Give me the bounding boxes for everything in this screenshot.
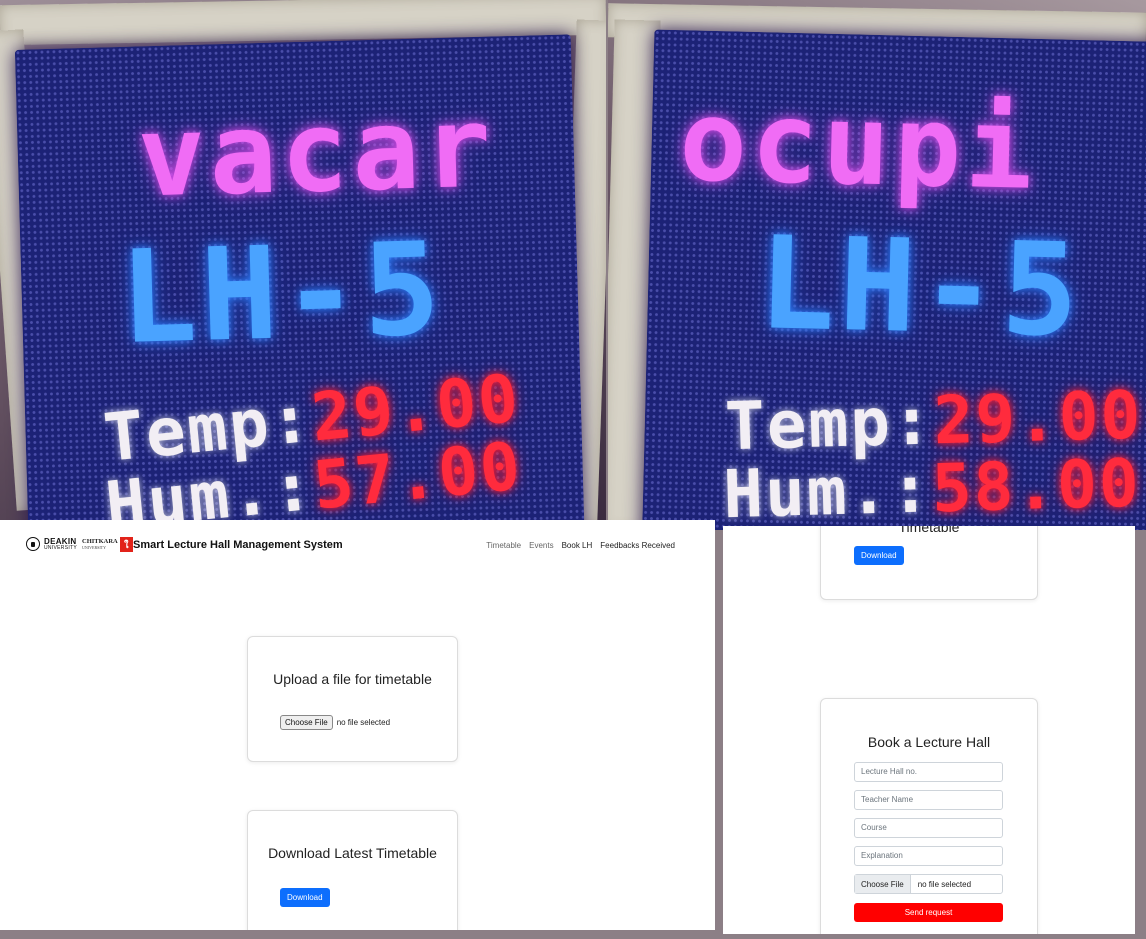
timetable-page-screenshot: DEAKIN UNIVERSITY CHITKARA UNIVERSITY ใ … [0,520,715,930]
file-input[interactable]: Choose File no file selected [854,874,1003,894]
led-hall-text: LH-5 [756,209,1085,366]
download-card-title: Download Latest Timetable [268,845,437,861]
deakin-sub: UNIVERSITY [44,544,78,551]
nav-link-events[interactable]: Events [529,541,553,550]
file-input[interactable]: Choose File no file selected [280,715,390,730]
deakin-wordmark: DEAKIN UNIVERSITY [44,537,78,551]
brand-title[interactable]: Smart Lecture Hall Management System [133,539,343,551]
nav-links: Timetable Events Book LH Feedbacks Recei… [486,541,675,550]
deakin-logo[interactable]: DEAKIN UNIVERSITY [26,537,77,551]
led-hum-value: 58.00 [930,444,1142,528]
nav-link-book-lh[interactable]: Book LH [562,541,593,550]
led-matrix-board: vacar LH-5 Temp:29.00 Hum.:57.00 [14,34,586,524]
file-status: no file selected [917,879,972,889]
led-hum-label: Hum.: [722,450,934,530]
send-request-button[interactable]: Send request [854,903,1003,922]
choose-file-button[interactable]: Choose File [280,715,333,730]
explanation-input[interactable]: Explanation [854,846,1003,866]
download-button[interactable]: Download [854,546,904,565]
led-photo-vacant: vacar LH-5 Temp:29.00 Hum.:57.00 [0,0,606,524]
nav-link-timetable[interactable]: Timetable [486,541,521,550]
led-hall-text: LH-5 [117,215,447,374]
teacher-name-input[interactable]: Teacher Name [854,790,1003,810]
navbar: DEAKIN UNIVERSITY CHITKARA UNIVERSITY ใ … [0,520,715,572]
choose-file-button[interactable]: Choose File [855,875,911,893]
led-hum-row: Hum.:58.00 [722,445,1141,530]
led-status-text: vacar [136,82,497,223]
download-button[interactable]: Download [280,888,330,907]
upload-card-title: Upload a file for timetable [273,671,432,687]
upload-timetable-card: Upload a file for timetable Choose File … [247,636,458,762]
deakin-crest-icon [26,537,40,551]
led-status-text: ocupi [678,76,1039,215]
chitkara-wordmark: CHITKARA UNIVERSITY [82,539,118,550]
nav-link-feedbacks[interactable]: Feedbacks Received [600,541,675,550]
book-lecture-hall-card: Book a Lecture Hall Lecture Hall no. Tea… [820,698,1038,934]
chitkara-mark-icon: ใ [119,537,133,552]
chitkara-logo[interactable]: CHITKARA UNIVERSITY ใ [82,537,133,552]
book-card-title: Book a Lecture Hall [867,734,991,750]
led-photo-occupied: ocupi LH-5 Temp:29.00 Hum.:58.00 [608,0,1146,530]
book-lh-page-screenshot: Timetable Download Book a Lecture Hall L… [723,526,1135,934]
led-matrix-board: ocupi LH-5 Temp:29.00 Hum.:58.00 [641,29,1146,530]
file-status: no file selected [336,718,391,727]
lecture-hall-input[interactable]: Lecture Hall no. [854,762,1003,782]
download-timetable-card: Timetable Download [820,526,1038,600]
chitkara-sub: UNIVERSITY [82,544,106,550]
download-card-title-partial: Timetable [898,526,960,535]
course-input[interactable]: Course [854,818,1003,838]
download-timetable-card: Download Latest Timetable Download [247,810,458,930]
